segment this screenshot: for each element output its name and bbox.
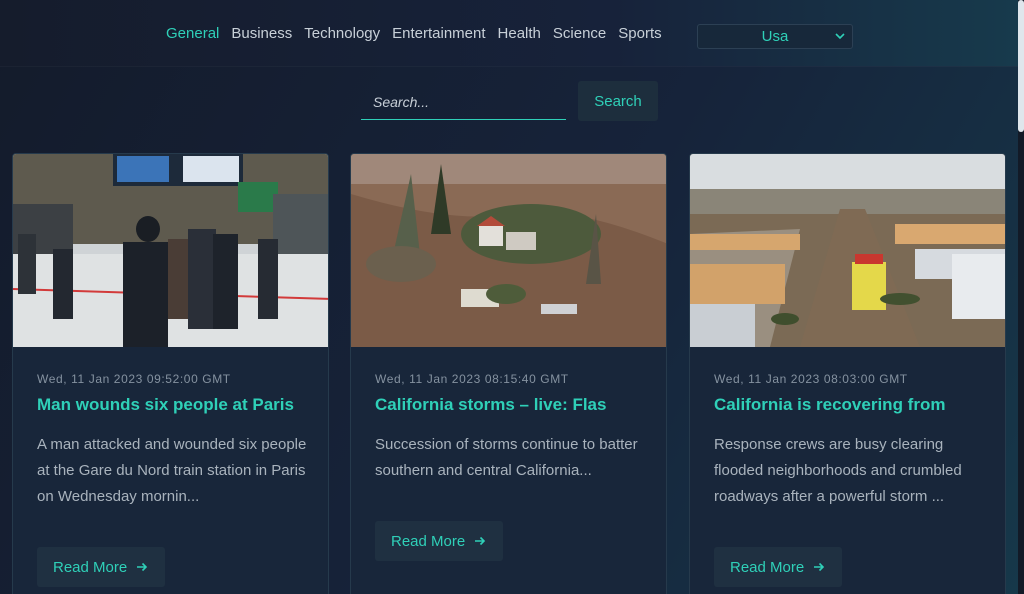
read-more-button[interactable]: Read More — [37, 547, 166, 587]
country-select-value: Usa — [761, 28, 789, 45]
search-button[interactable]: Search — [578, 81, 658, 121]
article-date: Wed, 11 Jan 2023 09:52:00 GMT — [37, 372, 231, 386]
article-title[interactable]: California is recovering from — [714, 395, 994, 415]
news-card: Wed, 11 Jan 2023 08:03:00 GMT California… — [689, 153, 1006, 594]
arrow-right-icon — [137, 562, 148, 572]
nav-item-science[interactable]: Science — [553, 25, 606, 42]
article-description: Response crews are busy clearing flooded… — [714, 436, 962, 505]
arrow-right-icon — [814, 562, 825, 572]
category-nav: General Business Technology Entertainmen… — [166, 25, 674, 42]
search-input[interactable] — [361, 84, 566, 120]
article-date: Wed, 11 Jan 2023 08:03:00 GMT — [714, 372, 908, 386]
nav-item-technology[interactable]: Technology — [304, 25, 380, 42]
scrollbar[interactable] — [1018, 0, 1024, 594]
news-card: Wed, 11 Jan 2023 09:52:00 GMT Man wounds… — [12, 153, 329, 594]
article-title[interactable]: California storms – live: Flas — [375, 395, 655, 415]
article-image — [351, 154, 666, 347]
arrow-right-icon — [475, 536, 486, 546]
article-date: Wed, 11 Jan 2023 08:15:40 GMT — [375, 372, 569, 386]
scrollbar-thumb[interactable] — [1018, 0, 1024, 132]
read-more-button[interactable]: Read More — [714, 547, 843, 587]
article-description: A man attacked and wounded six people at… — [37, 436, 307, 505]
country-select[interactable]: Usa — [697, 24, 853, 49]
nav-item-business[interactable]: Business — [231, 25, 292, 42]
article-image — [690, 154, 1005, 347]
read-more-button[interactable]: Read More — [375, 521, 504, 561]
article-title[interactable]: Man wounds six people at Paris — [37, 395, 317, 415]
read-more-label: Read More — [730, 558, 805, 576]
nav-item-sports[interactable]: Sports — [618, 25, 661, 42]
nav-item-general[interactable]: General — [166, 25, 219, 42]
news-card: Wed, 11 Jan 2023 08:15:40 GMT California… — [350, 153, 667, 594]
top-navbar: General Business Technology Entertainmen… — [0, 0, 1018, 66]
read-more-label: Read More — [391, 532, 466, 550]
nav-item-entertainment[interactable]: Entertainment — [392, 25, 485, 42]
article-image — [13, 154, 328, 347]
read-more-label: Read More — [53, 558, 128, 576]
article-description: Succession of storms continue to batter … — [375, 436, 638, 479]
search-bar: Search — [361, 81, 658, 121]
chevron-down-icon — [835, 33, 845, 40]
nav-item-health[interactable]: Health — [498, 25, 541, 42]
